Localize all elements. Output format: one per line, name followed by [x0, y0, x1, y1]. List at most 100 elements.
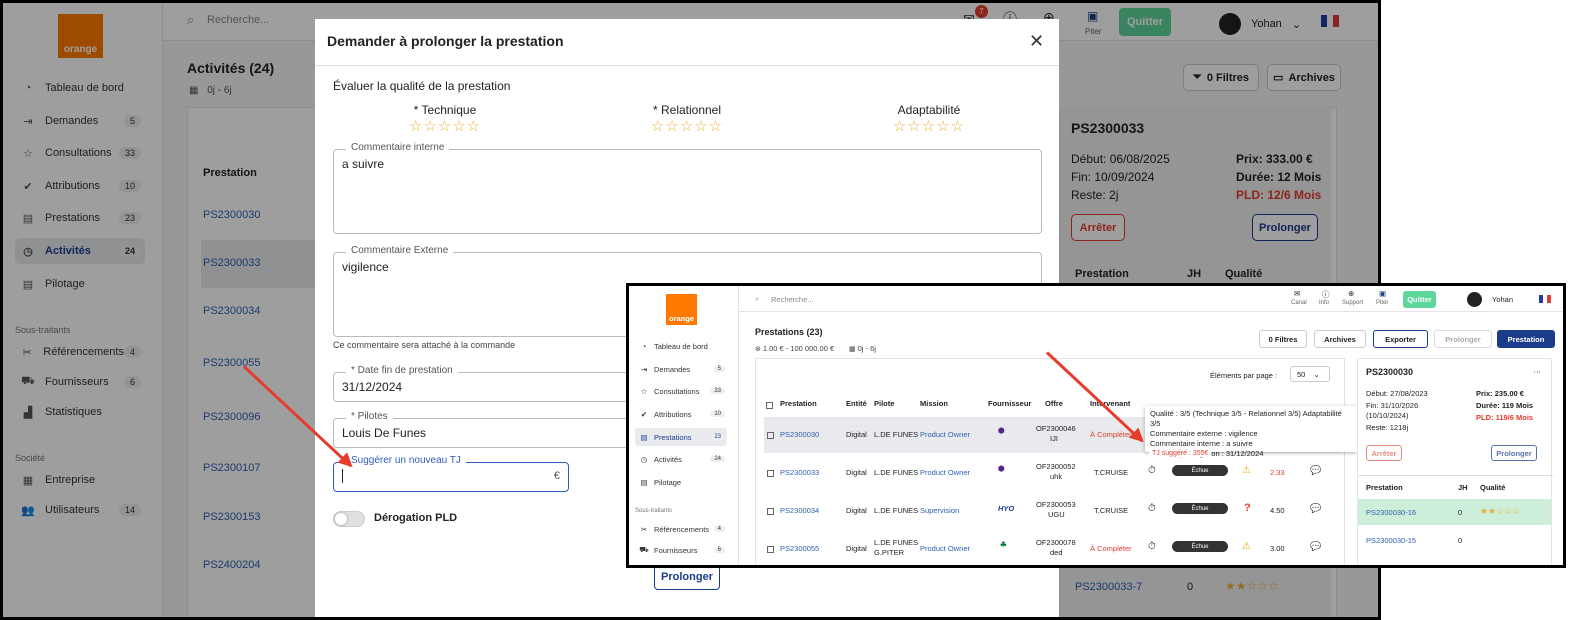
info-icon[interactable]: ⓘ — [1322, 289, 1330, 300]
chevron-down-icon: ⌄ — [1313, 370, 1320, 379]
period-label: 0j - 6j — [857, 344, 876, 353]
chat-bubble-icon[interactable]: ▣ — [1379, 289, 1386, 298]
tj-input[interactable]: Suggérer un nouveau TJ € — [333, 455, 569, 492]
sidebar-label: Demandes — [654, 364, 691, 374]
question-icon[interactable]: ? — [1244, 502, 1251, 514]
timer-icon[interactable]: ⏱ — [1148, 503, 1156, 514]
top-icon-label: Info — [1319, 300, 1330, 306]
truck-icon: ⛟ — [639, 545, 649, 554]
field-label: * Date fin de prestation — [346, 365, 458, 376]
count-badge: 4 — [713, 526, 725, 532]
sidebar-item[interactable]: ⛟ Fournisseurs 6 — [635, 541, 727, 559]
mission-link[interactable]: Product Owner — [920, 544, 970, 553]
mission-link[interactable]: Supervision — [920, 506, 959, 515]
select-all-checkbox[interactable] — [766, 402, 773, 409]
relationnel-stars[interactable]: ☆☆☆☆☆ — [617, 117, 757, 135]
pilote-cell: L.DE FUNES — [874, 538, 919, 547]
more-icon[interactable]: ⋯ — [1534, 367, 1542, 376]
prestation-link[interactable]: PS2300030 — [780, 430, 819, 439]
row-checkbox[interactable] — [767, 432, 774, 439]
archives-button[interactable]: Archives — [1314, 330, 1366, 348]
table-row[interactable]: PS2300033 Digital L.DE FUNES Product Own… — [764, 455, 1342, 491]
warning-icon[interactable]: ⚠ — [1242, 541, 1251, 552]
per-page-select[interactable]: 50 ⌄ — [1290, 366, 1330, 382]
sub-prestation-link[interactable]: PS2300030-15 — [1366, 536, 1416, 545]
pilote-cell: G.PITER — [874, 548, 905, 557]
table-row[interactable]: PS2300030-15 0 — [1358, 527, 1551, 553]
field-label: * Pilotes — [346, 411, 393, 422]
adaptabilite-stars[interactable]: ☆☆☆☆☆ — [859, 117, 999, 135]
intervenant-cell: T.CRUISE — [1094, 506, 1129, 515]
period-filter[interactable]: ▦ 0j - 6j — [849, 344, 876, 353]
filters-button[interactable]: 0 Filtres — [1259, 330, 1307, 348]
sidebar-label: Activités — [654, 454, 682, 464]
prestation-link[interactable]: PS2300034 — [780, 506, 819, 515]
derogation-toggle[interactable] — [333, 511, 365, 527]
quit-button[interactable]: Quitter — [1403, 291, 1436, 308]
mission-link[interactable]: Product Owner — [920, 430, 970, 439]
price-range[interactable]: ⊛ 1.00 € - 100 000.00 € — [755, 344, 834, 353]
sidebar-item[interactable]: ✂ Référencements 4 — [635, 520, 727, 538]
count-badge: 23 — [710, 434, 725, 440]
warning-icon[interactable]: ⚠ — [1242, 465, 1251, 476]
mission-link[interactable]: Product Owner — [920, 468, 970, 477]
field-label: Suggérer un nouveau TJ — [346, 455, 466, 466]
sidebar-item[interactable]: ▤ Pilotage — [635, 473, 727, 491]
page-title: Prestations (23) — [755, 327, 823, 337]
count-badge: 5 — [713, 366, 725, 372]
french-flag-icon[interactable] — [1539, 295, 1551, 303]
count-badge: 6 — [713, 547, 725, 553]
extend-button[interactable]: Prolonger — [1491, 445, 1537, 461]
timer-icon[interactable]: ⏱ — [1148, 541, 1156, 552]
per-page-label: Éléments par page : — [1210, 371, 1278, 380]
comment-icon[interactable]: 💬 — [1310, 465, 1321, 476]
intervenant-cell: À Compléter — [1090, 430, 1132, 439]
extend-button[interactable]: Prolonger — [1434, 330, 1492, 348]
count-badge: 10 — [710, 411, 725, 417]
sidebar-item[interactable]: ✔ Attributions 10 — [635, 405, 727, 423]
row-checkbox[interactable] — [767, 508, 774, 515]
sidebar-item[interactable]: ◔ Tableau de bord — [635, 337, 727, 355]
chat-icon[interactable]: ✉ — [1294, 289, 1300, 298]
table-row[interactable]: PS2300030-16 0 ★★☆☆☆ — [1358, 499, 1551, 525]
modal-title: Demander à prolonger la prestation — [327, 33, 564, 49]
stop-button[interactable]: Arrêter — [1366, 445, 1402, 461]
detail-duree: Durée: 119 Mois — [1476, 401, 1534, 410]
column-header: Prestation — [1366, 483, 1403, 492]
sidebar-item[interactable]: ☆ Consultations 33 — [635, 382, 727, 400]
sidebar-item[interactable]: ◷ Activités 24 — [635, 450, 727, 468]
support-icon[interactable]: ⊕ — [1348, 289, 1354, 298]
table-row[interactable]: PS2300034 Digital L.DE FUNES Supervision… — [764, 493, 1342, 529]
comment-icon[interactable]: 💬 — [1310, 541, 1321, 552]
sidebar-item[interactable]: ▤ Prestations 23 — [635, 428, 727, 446]
pilote-cell: L.DE FUNES — [874, 506, 919, 515]
row-checkbox[interactable] — [767, 470, 774, 477]
sub-prestation-link[interactable]: PS2300030-16 — [1366, 508, 1416, 517]
prestation-link[interactable]: PS2300055 — [780, 544, 819, 553]
field-value: 31/12/2024 — [342, 380, 403, 394]
user-name[interactable]: Yohan — [1492, 295, 1513, 304]
count-badge: 24 — [710, 456, 725, 462]
timer-icon[interactable]: ⏱ — [1148, 465, 1156, 476]
close-icon[interactable]: ✕ — [1029, 31, 1044, 52]
row-checkbox[interactable] — [767, 546, 774, 553]
technique-stars[interactable]: ☆☆☆☆☆ — [375, 117, 515, 135]
prestation-link[interactable]: PS2300033 — [780, 468, 819, 477]
doc-icon: ▤ — [640, 432, 648, 442]
evaluation-heading: Évaluer la qualité de la prestation — [333, 79, 511, 93]
internal-comment-field[interactable]: Commentaire interne a suivre — [333, 142, 1042, 234]
quality-value: 4.50 — [1270, 506, 1285, 515]
offre-cell: OF2300053 — [1036, 500, 1076, 509]
section-heading: Sous-traitants — [635, 508, 673, 514]
tools-icon: ✂ — [640, 524, 648, 534]
logo-text: orange — [668, 314, 694, 323]
search-input[interactable]: Recherche... — [771, 295, 814, 304]
rating-label: Adaptabilité — [897, 103, 961, 117]
sidebar-item[interactable]: ⇥ Demandes 5 — [635, 360, 727, 378]
add-prestation-button[interactable]: Prestation — [1497, 330, 1555, 348]
export-button[interactable]: Exporter — [1373, 330, 1428, 348]
column-header: Qualité — [1480, 483, 1506, 492]
divider — [1358, 475, 1553, 476]
table-row[interactable]: PS2300055 Digital L.DE FUNES G.PITER Pro… — [764, 531, 1342, 565]
comment-icon[interactable]: 💬 — [1310, 503, 1321, 514]
